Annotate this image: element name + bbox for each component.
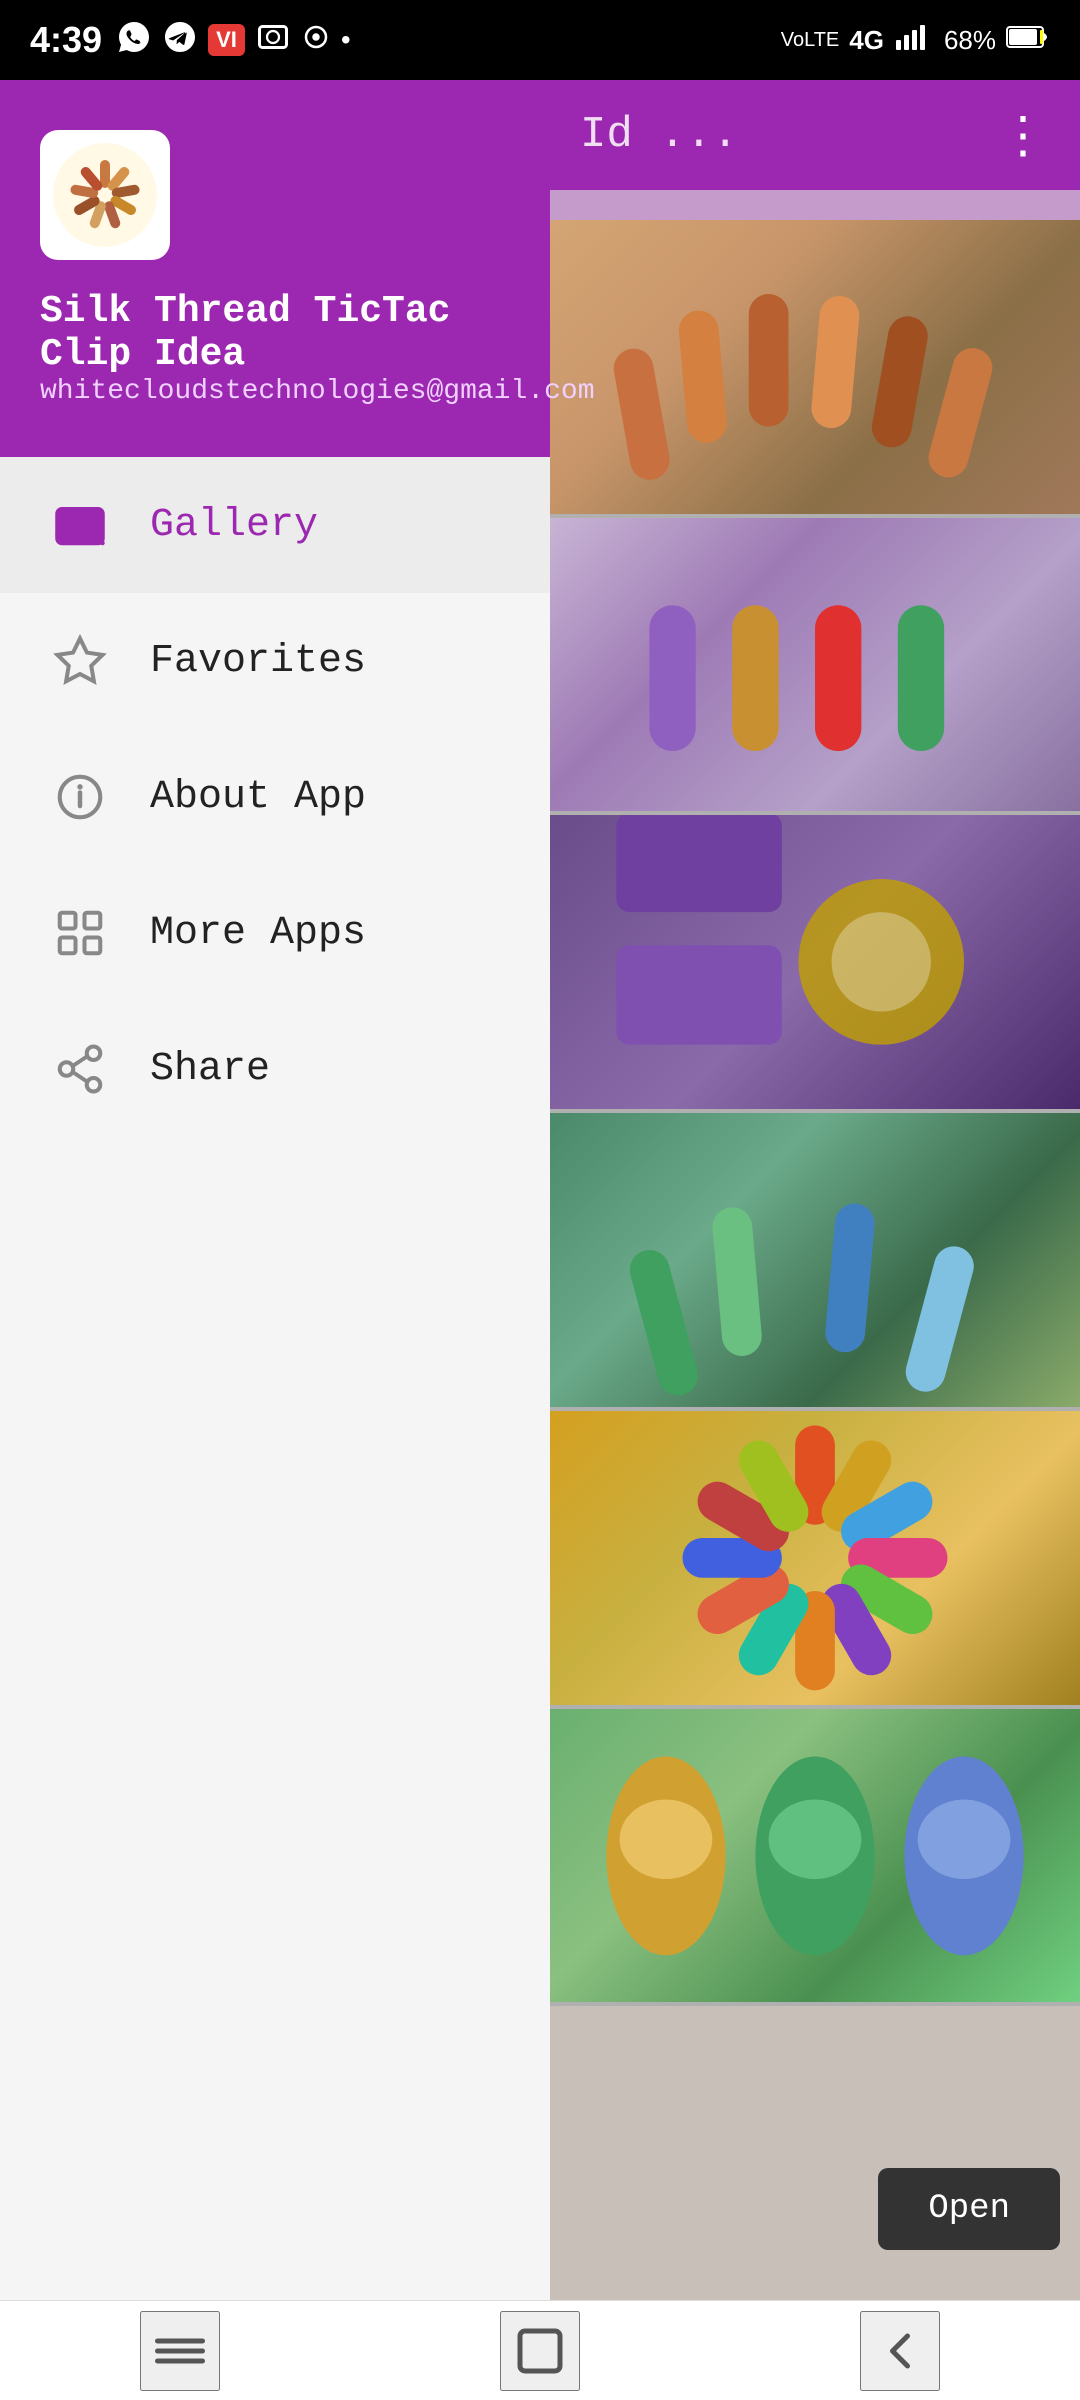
favorites-icon xyxy=(50,631,110,691)
favorites-label: Favorites xyxy=(150,639,366,684)
drawer: Silk Thread TicTac Clip Idea whiteclouds… xyxy=(0,80,550,2300)
gallery-label: Gallery xyxy=(150,503,318,548)
app-name: Silk Thread TicTac Clip Idea xyxy=(40,290,510,376)
purple-accent-bar xyxy=(550,190,1080,220)
vi-icon: VI xyxy=(208,24,245,56)
open-button[interactable]: Open xyxy=(878,2168,1060,2250)
right-panel: Id ... ⋮ xyxy=(550,80,1080,2300)
status-icons: VI • xyxy=(116,19,351,62)
menu-item-about[interactable]: About App xyxy=(0,729,550,865)
nav-menu-button[interactable] xyxy=(140,2311,220,2391)
browser-icon xyxy=(255,19,291,62)
gallery-cell-2[interactable] xyxy=(550,518,1080,812)
right-panel-title: Id ... xyxy=(580,110,738,160)
notification-icon xyxy=(301,22,331,59)
about-label: About App xyxy=(150,775,366,820)
nav-home-button[interactable] xyxy=(500,2311,580,2391)
status-left: 4:39 VI xyxy=(30,19,351,62)
app-email: whitecloudstechnologies@gmail.com xyxy=(40,376,510,407)
drawer-menu: Gallery Favorites xyxy=(0,457,550,2300)
menu-item-favorites[interactable]: Favorites xyxy=(0,593,550,729)
main-container: Silk Thread TicTac Clip Idea whiteclouds… xyxy=(0,80,1080,2300)
vo-lte-icon: VoLTE xyxy=(781,29,840,52)
battery-icon xyxy=(1006,23,1050,58)
whatsapp-icon xyxy=(116,19,152,62)
gallery-cell-3[interactable] xyxy=(550,815,1080,1109)
more-apps-label: More Apps xyxy=(150,911,366,956)
gallery-icon xyxy=(50,495,110,555)
network-icon: 4G xyxy=(849,25,884,56)
status-right: VoLTE 4G 68% xyxy=(781,22,1050,59)
drawer-header: Silk Thread TicTac Clip Idea whiteclouds… xyxy=(0,80,550,457)
more-apps-icon xyxy=(50,903,110,963)
gallery-cell-5[interactable] xyxy=(550,1411,1080,1705)
dot-indicator: • xyxy=(341,24,351,56)
status-time: 4:39 xyxy=(30,19,102,61)
menu-item-more-apps[interactable]: More Apps xyxy=(0,865,550,1001)
gallery-cell-6[interactable] xyxy=(550,1709,1080,2003)
signal-icon xyxy=(894,22,934,59)
gallery-cell-4[interactable] xyxy=(550,1113,1080,1407)
share-icon xyxy=(50,1039,110,1099)
menu-item-share[interactable]: Share xyxy=(0,1001,550,1137)
nav-back-button[interactable] xyxy=(860,2311,940,2391)
battery-percentage: 68% xyxy=(944,25,996,56)
gallery-cell-1[interactable] xyxy=(550,220,1080,514)
telegram-icon xyxy=(162,19,198,62)
about-icon xyxy=(50,767,110,827)
bottom-nav xyxy=(0,2300,1080,2400)
app-icon xyxy=(40,130,170,260)
right-panel-header: Id ... ⋮ xyxy=(550,80,1080,190)
overflow-menu-icon[interactable]: ⋮ xyxy=(998,106,1050,164)
menu-item-gallery[interactable]: Gallery xyxy=(0,457,550,593)
share-label: Share xyxy=(150,1047,270,1092)
gallery-cell-last xyxy=(550,2006,1080,2300)
gallery-grid xyxy=(550,220,1080,2300)
status-bar: 4:39 VI xyxy=(0,0,1080,80)
